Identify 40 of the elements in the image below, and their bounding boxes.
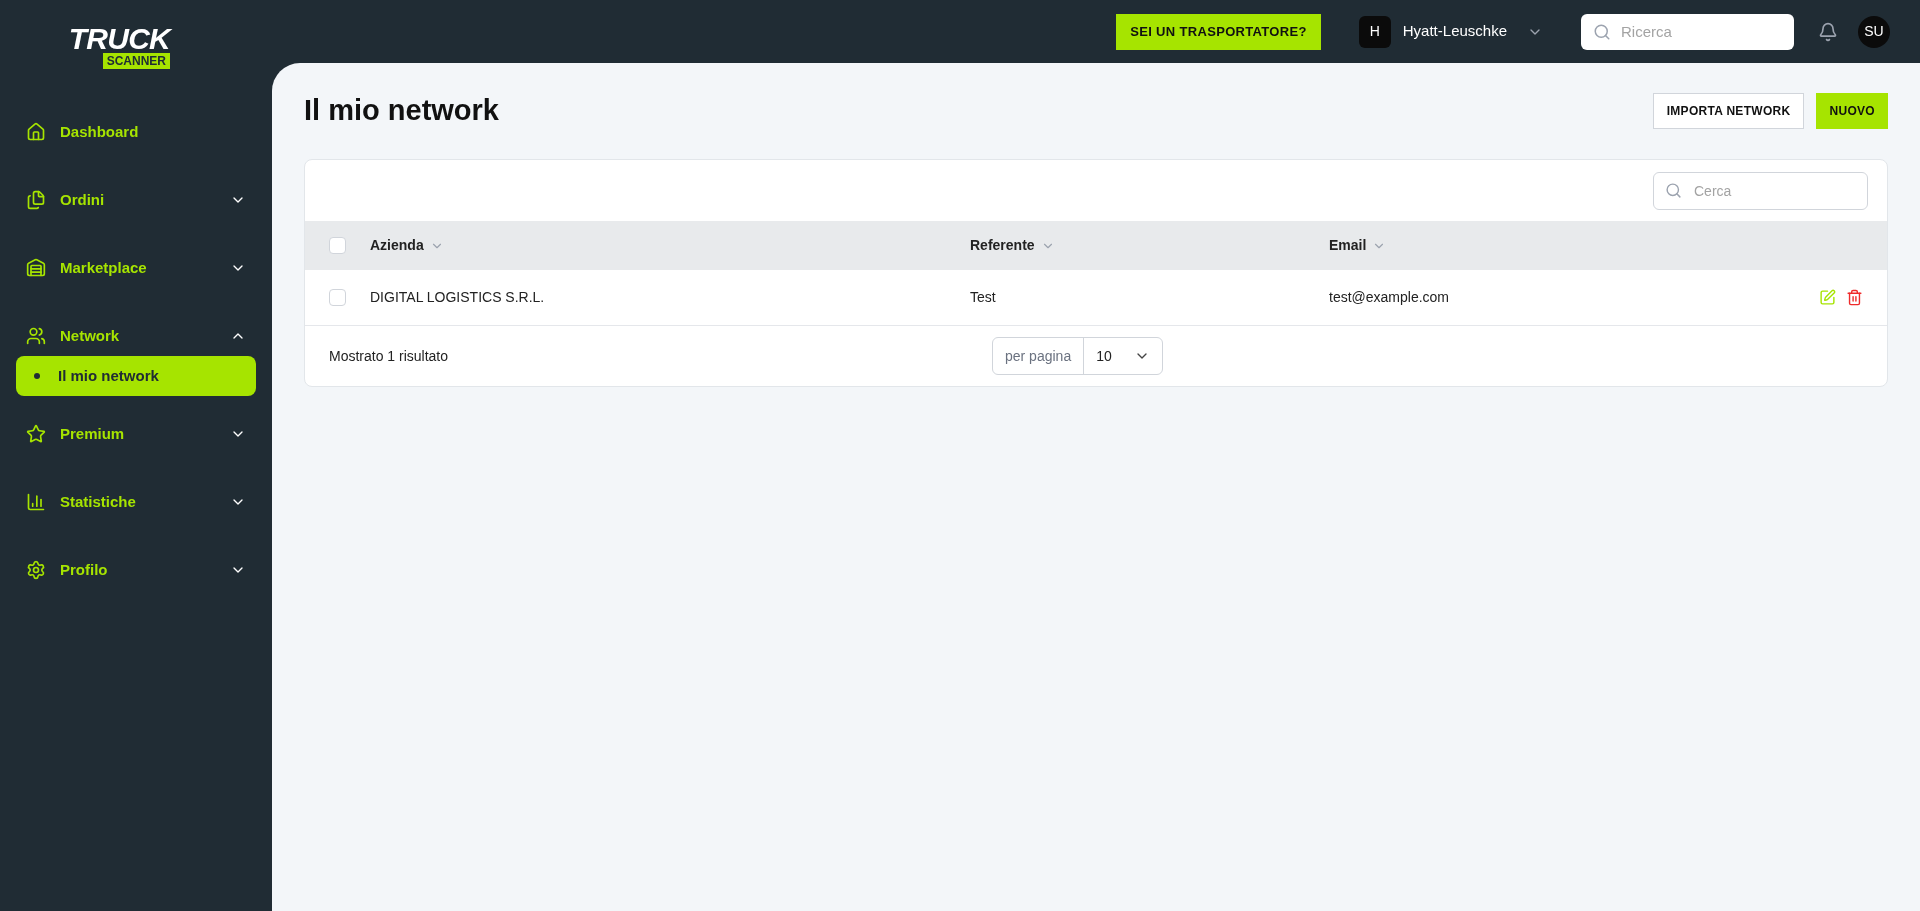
search-icon — [1593, 22, 1611, 41]
table-cell: Test — [970, 289, 996, 305]
star-icon — [26, 424, 46, 444]
checkbox[interactable] — [329, 289, 346, 306]
results-summary: Mostrato 1 risultato — [329, 346, 450, 366]
edit-icon[interactable] — [1819, 289, 1836, 306]
company-initial-badge: H — [1358, 15, 1391, 48]
new-button[interactable]: NUOVO — [1816, 93, 1888, 129]
checkbox[interactable] — [329, 237, 346, 254]
column-header[interactable]: Azienda — [370, 235, 424, 256]
table-cell: DIGITAL LOGISTICS S.R.L. — [370, 289, 545, 305]
sidebar-subitem[interactable]: Il mio network — [16, 356, 256, 396]
home-icon — [26, 122, 46, 142]
column-header[interactable]: Email — [1329, 235, 1367, 256]
sidebar-item[interactable]: Statistiche — [16, 482, 256, 522]
sidebar-item[interactable]: Ordini — [16, 180, 256, 220]
sidebar-item[interactable]: Network — [16, 316, 256, 356]
bar-chart-icon — [26, 492, 46, 512]
documents-icon — [26, 190, 46, 210]
search-icon — [1665, 181, 1682, 199]
trash-icon[interactable] — [1846, 289, 1863, 306]
per-page-select[interactable]: per pagina 10 — [992, 337, 1164, 375]
sidebar-item[interactable]: Premium — [16, 414, 256, 454]
search-field[interactable]: Ricerca — [1581, 13, 1794, 50]
bullet-icon — [34, 373, 40, 379]
people-icon — [26, 326, 46, 346]
user-avatar[interactable]: SU — [1858, 15, 1890, 48]
sidebar-item[interactable]: Marketplace — [16, 248, 256, 288]
page-title: Il mio network — [304, 93, 499, 129]
logo: TRUCK SCANNER — [67, 21, 170, 69]
column-header[interactable]: Referente — [970, 235, 1035, 256]
search-field[interactable]: Cerca — [1653, 171, 1868, 210]
carrier-cta-button[interactable]: SEI UN TRASPORTATORE? — [1116, 13, 1321, 50]
gear-icon — [26, 560, 46, 580]
table-cell: test@example.com — [1329, 289, 1450, 305]
company-name[interactable]: Hyatt-Leuschke — [1402, 20, 1507, 43]
sidebar-item[interactable]: Dashboard — [16, 112, 256, 152]
sidebar-item[interactable]: Profilo — [16, 550, 256, 590]
notification-bell-icon[interactable] — [1818, 21, 1838, 42]
import-button[interactable]: IMPORTA NETWORK — [1652, 93, 1805, 129]
